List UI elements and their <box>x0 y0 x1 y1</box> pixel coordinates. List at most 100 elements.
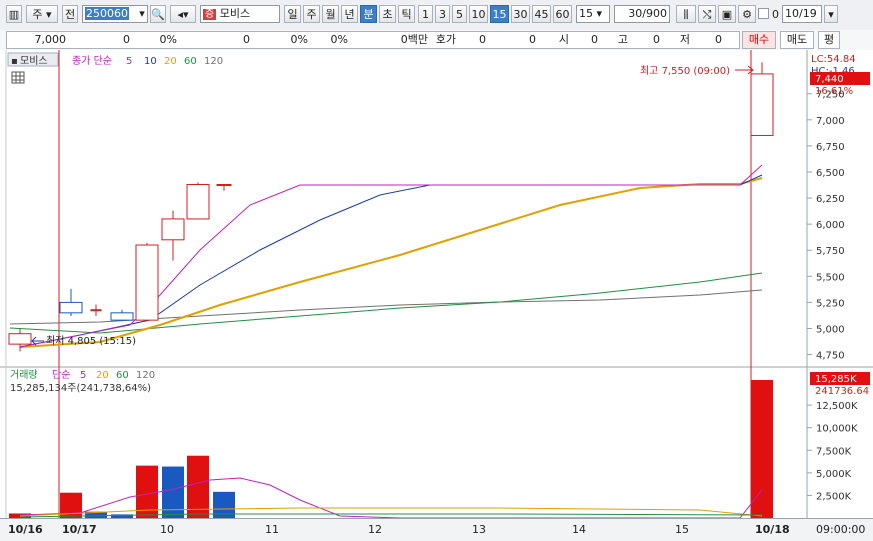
ma-legend-60: 60 <box>184 56 197 67</box>
ma-label: 종가 단순 <box>72 55 112 67</box>
interval-button-1[interactable]: 1 <box>418 5 433 23</box>
volume-tick: 2,500K <box>816 491 852 502</box>
count-total: /900 <box>642 7 667 20</box>
change-pct: 16.61% <box>815 86 853 97</box>
stock-code-value: 250060 <box>85 7 129 20</box>
candle-type-icon[interactable]: ⫼ <box>676 5 696 23</box>
price-tick: 6,750 <box>816 142 845 153</box>
volume-bar <box>751 380 773 518</box>
info-v2: 0 <box>243 33 250 46</box>
candle <box>135 242 159 322</box>
price-tick: 5,750 <box>816 246 845 257</box>
price-tick: 6,250 <box>816 194 845 205</box>
si-value: 0 <box>591 33 598 46</box>
price-tick: 5,000 <box>816 324 845 335</box>
ma-legend-5: 5 <box>126 56 132 67</box>
info-bar: 7,000 0 0% 0 0% 0% 0백만 호가 0 0 시 0 고 0 저 … <box>0 30 873 51</box>
period-button-6[interactable]: 틱 <box>398 5 415 23</box>
x-tick: 14 <box>572 523 586 536</box>
current-volume: 15,285K <box>815 374 857 385</box>
sell-button[interactable]: 매도 <box>780 31 814 49</box>
lc-label: LC:54.84 <box>811 54 856 65</box>
mode-label: 주 <box>32 8 43 21</box>
interval-button-3[interactable]: 3 <box>435 5 450 23</box>
hoga-v1: 0 <box>479 33 486 46</box>
candle <box>186 182 210 220</box>
volume-label: 거래량 <box>10 369 38 381</box>
x-tick: 12 <box>368 523 382 536</box>
ma-legend-120: 120 <box>204 56 223 67</box>
buy-button[interactable]: 매수 <box>742 31 776 49</box>
price-tick: 6,000 <box>816 220 845 231</box>
price-tick: 5,250 <box>816 298 845 309</box>
period-button-4[interactable]: 분 <box>360 5 377 23</box>
volume-ma-label: 단순 <box>52 369 70 381</box>
date-checkbox[interactable] <box>758 8 769 19</box>
toolbar: ▥ 주 ▾ 전 250060 ▾ 🔍 ◂▾ 증 모비스 15 ▾ 30/900 … <box>0 0 873 31</box>
x-tick: 10/17 <box>62 523 97 536</box>
interval-select[interactable]: 15 ▾ <box>576 5 610 23</box>
jeo-value: 0 <box>715 33 722 46</box>
go-label: 고 <box>617 33 628 46</box>
count-input[interactable]: 30/900 <box>614 5 670 23</box>
period-button-5[interactable]: 초 <box>379 5 396 23</box>
info-v1: 0 <box>123 33 130 46</box>
interval-button-30[interactable]: 30 <box>511 5 530 23</box>
code-dropdown[interactable]: ▾ <box>136 5 148 23</box>
stock-chart[interactable]: 7,2507,0006,7506,5006,2506,0005,7505,500… <box>0 50 873 518</box>
interval-select-value: 15 <box>579 7 593 20</box>
jeo-label: 저 <box>679 33 690 46</box>
interval-button-45[interactable]: 45 <box>532 5 551 23</box>
x-axis: 10/16 10/17 10 11 12 13 14 15 10/18 09:00:00 <box>0 518 873 541</box>
eval-button[interactable]: 평 <box>818 31 840 49</box>
period-button-0[interactable]: 일 <box>284 5 301 23</box>
interval-button-10[interactable]: 10 <box>469 5 488 23</box>
x-tick: 13 <box>472 523 486 536</box>
volume-total: 15,285,134주(241,738,64%) <box>10 383 151 394</box>
price-tick: 4,750 <box>816 351 845 362</box>
stock-name-field[interactable]: 증 모비스 <box>200 5 280 23</box>
volume-bar <box>187 455 209 518</box>
stock-badge: 증 <box>203 9 217 20</box>
price-tick: 7,000 <box>816 116 845 127</box>
si-label: 시 <box>558 33 569 46</box>
speaker-icon[interactable]: ◂▾ <box>170 5 196 23</box>
period-button-2[interactable]: 월 <box>322 5 339 23</box>
x-tick: 15 <box>675 523 689 536</box>
date-checkbox-label: 0 <box>772 8 779 21</box>
interval-button-15[interactable]: 15 <box>490 5 509 23</box>
info-p2: 0% <box>290 33 308 46</box>
price-tick: 5,500 <box>816 272 845 283</box>
stock-tab-label: 모비스 <box>20 55 48 67</box>
volume-tick: 10,000K <box>816 424 858 435</box>
date-value: 10/19 <box>785 7 817 20</box>
volume-tick: 5,000K <box>816 469 852 480</box>
volume-tick: 7,500K <box>816 446 852 457</box>
current-volume-sub: 241736.64 <box>815 386 869 397</box>
date-input[interactable]: 10/19 <box>782 5 822 23</box>
stock-name: 모비스 <box>219 7 251 20</box>
volume-ma-legend-60: 60 <box>116 370 129 381</box>
x-tick: 10 <box>160 523 174 536</box>
settings-icon[interactable]: ⚙ <box>738 5 756 23</box>
hoga-label: 호가 <box>435 33 456 46</box>
high-label: 최고 7,550 (09:00) <box>640 65 730 77</box>
mode-select[interactable]: 주 ▾ <box>26 5 58 23</box>
x-tick: 10/16 <box>8 523 43 536</box>
period-button-1[interactable]: 주 <box>303 5 320 23</box>
line-tool-icon[interactable]: ⤭ <box>698 5 716 23</box>
table-icon[interactable] <box>11 71 25 84</box>
mode2-button[interactable]: 전 <box>62 5 78 23</box>
interval-button-60[interactable]: 60 <box>553 5 572 23</box>
period-button-3[interactable]: 년 <box>341 5 358 23</box>
x-tick: 09:00:00 <box>816 523 866 536</box>
info-p1: 0% <box>159 33 177 46</box>
search-icon[interactable]: 🔍 <box>150 5 166 23</box>
interval-button-5[interactable]: 5 <box>452 5 467 23</box>
date-dropdown[interactable]: ▾ <box>824 5 838 23</box>
stock-tab-icon: ▪ <box>11 56 18 67</box>
ma-legend-10: 10 <box>144 56 157 67</box>
save-icon[interactable]: ▣ <box>718 5 736 23</box>
ma-legend-20: 20 <box>164 56 177 67</box>
window-icon[interactable]: ▥ <box>6 5 22 23</box>
